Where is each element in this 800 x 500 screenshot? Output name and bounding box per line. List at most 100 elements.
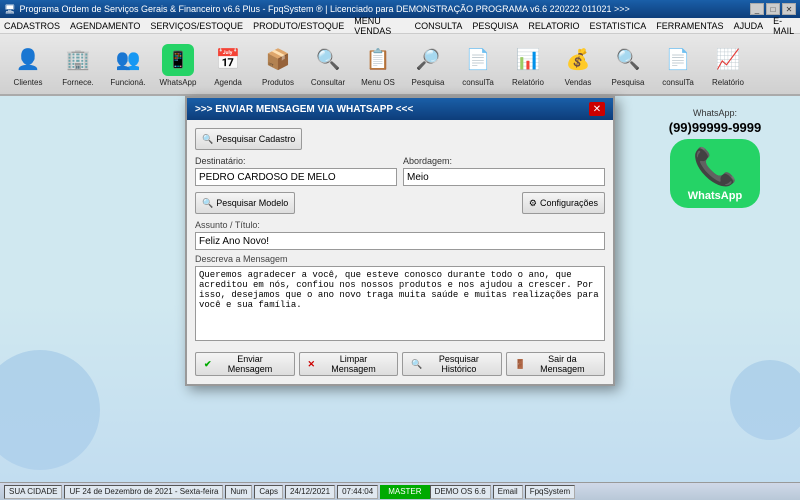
tool-clientes-label: Clientes: [14, 78, 43, 87]
consulta3-icon: 📄: [662, 44, 694, 76]
pesquisar-historico-label: Pesquisar Histórico: [425, 354, 492, 374]
abordagem-label: Abordagem:: [403, 156, 605, 166]
tool-whatsapp[interactable]: 📱 WhatsApp: [154, 36, 202, 94]
tool-menu-os-label: Menu OS: [361, 78, 395, 87]
search-icon: 🔍: [202, 134, 213, 145]
enviar-mensagem-button[interactable]: ✔ Enviar Mensagem: [195, 352, 295, 376]
model-row: 🔍 Pesquisar Modelo ⚙ Configurações: [195, 192, 605, 214]
menu-cadastros[interactable]: CADASTROS: [4, 21, 60, 31]
menu-servicos[interactable]: SERVIÇOS/ESTOQUE: [150, 21, 243, 31]
tool-clientes[interactable]: 👤 Clientes: [4, 36, 52, 94]
destinatario-input[interactable]: [195, 168, 397, 186]
relatorio2-icon: 📈: [712, 44, 744, 76]
menu-consulta[interactable]: CONSULTA: [415, 21, 463, 31]
check-icon: ✔: [204, 359, 212, 370]
status-text: MASTER: [388, 487, 421, 496]
wa-phone-number: (99)99999-9999: [669, 120, 762, 135]
vendas-icon: 💰: [562, 44, 594, 76]
maximize-button[interactable]: □: [766, 3, 780, 15]
abordagem-input[interactable]: [403, 168, 605, 186]
bottom-buttons: ✔ Enviar Mensagem ✕ Limpar Mensagem 🔍 Pe…: [195, 352, 605, 376]
title-bar-controls[interactable]: _ □ ✕: [750, 3, 796, 15]
title-bar-text: Programa Ordem de Serviços Gerais & Fina…: [19, 4, 629, 14]
tool-consulta2-label: consulTa: [462, 78, 494, 87]
minimize-button[interactable]: _: [750, 3, 764, 15]
history-icon: 🔍: [411, 359, 422, 370]
menu-email[interactable]: E-MAIL: [773, 16, 796, 36]
app-icon: 🖥: [4, 4, 15, 15]
destinatario-label: Destinatário:: [195, 156, 397, 166]
email-segment[interactable]: Email: [493, 485, 523, 499]
menu-bar: CADASTROS AGENDAMENTO SERVIÇOS/ESTOQUE P…: [0, 18, 800, 34]
tool-funcionario-label: Funcioná.: [110, 78, 145, 87]
relatorio-icon: 📊: [512, 44, 544, 76]
pesquisar-cadastro-label: Pesquisar Cadastro: [216, 134, 295, 144]
menu-ajuda[interactable]: AJUDA: [734, 21, 764, 31]
limpar-mensagem-button[interactable]: ✕ Limpar Mensagem: [299, 352, 399, 376]
tool-vendas[interactable]: 💰 Vendas: [554, 36, 602, 94]
menu-agendamento[interactable]: AGENDAMENTO: [70, 21, 140, 31]
exit-icon: 🚪: [515, 359, 526, 370]
descricao-label: Descreva a Mensagem: [195, 254, 605, 264]
tool-relatorio[interactable]: 📊 Relatório: [504, 36, 552, 94]
tool-vendas-label: Vendas: [565, 78, 592, 87]
search-row: 🔍 Pesquisar Cadastro: [195, 128, 605, 150]
close-button[interactable]: ✕: [782, 3, 796, 15]
whatsapp-logo-text: WhatsApp: [688, 190, 742, 202]
tool-consulta3[interactable]: 📄 consulTa: [654, 36, 702, 94]
time-text: 07:44:04: [342, 487, 373, 496]
tool-agenda[interactable]: 📅 Agenda: [204, 36, 252, 94]
abordagem-col: Abordagem:: [403, 156, 605, 186]
system-text: FpqSystem: [530, 487, 570, 496]
tool-relatorio2-label: Relatório: [712, 78, 744, 87]
menu-ferramentas[interactable]: FERRAMENTAS: [656, 21, 723, 31]
pesquisa2-icon: 🔍: [612, 44, 644, 76]
tool-fornecedor-label: Fornece.: [62, 78, 94, 87]
menu-estatistica[interactable]: ESTATISTICA: [590, 21, 647, 31]
configuracoes-button[interactable]: ⚙ Configurações: [522, 192, 605, 214]
fornecedor-icon: 🏢: [62, 44, 94, 76]
pesquisar-modelo-button[interactable]: 🔍 Pesquisar Modelo: [195, 192, 295, 214]
tool-pesquisa[interactable]: 🔎 Pesquisa: [404, 36, 452, 94]
tool-produtos-label: Produtos: [262, 78, 294, 87]
assunto-section: Assunto / Título:: [195, 220, 605, 250]
menu-pesquisa[interactable]: PESQUISA: [472, 21, 518, 31]
tool-pesquisa-label: Pesquisa: [412, 78, 445, 87]
menu-produto[interactable]: PRODUTO/ESTOQUE: [253, 21, 344, 31]
dialog-body: 🔍 Pesquisar Cadastro Destinatário: Abord…: [187, 120, 613, 384]
whatsapp-phone-icon: 📞: [693, 146, 738, 188]
num-text: Num: [230, 487, 247, 496]
dialog-close-button[interactable]: ✕: [589, 102, 605, 116]
uf-text: UF 24 de Dezembro de 2021 - Sexta-feira: [69, 487, 218, 496]
sair-mensagem-button[interactable]: 🚪 Sair da Mensagem: [506, 352, 606, 376]
tool-consulta2[interactable]: 📄 consulTa: [454, 36, 502, 94]
assunto-input[interactable]: [195, 232, 605, 250]
tool-agenda-label: Agenda: [214, 78, 242, 87]
demo-text: DEMO OS 6.6: [435, 487, 486, 496]
pesquisar-historico-button[interactable]: 🔍 Pesquisar Histórico: [402, 352, 502, 376]
tool-relatorio2[interactable]: 📈 Relatório: [704, 36, 752, 94]
status-indicator: MASTER: [380, 485, 429, 499]
config-icon: ⚙: [529, 198, 537, 209]
toolbar: 👤 Clientes 🏢 Fornece. 👥 Funcioná. 📱 What…: [0, 34, 800, 96]
city-segment: SUA CIDADE: [4, 485, 62, 499]
whatsapp-logo-panel: WhatsApp: (99)99999-9999 📞 WhatsApp: [660, 108, 770, 208]
enviar-mensagem-label: Enviar Mensagem: [215, 354, 286, 374]
sair-mensagem-label: Sair da Mensagem: [529, 354, 596, 374]
tool-consultar[interactable]: 🔍 Consultar: [304, 36, 352, 94]
wa-phone-label: WhatsApp:: [693, 108, 737, 118]
pesquisar-cadastro-button[interactable]: 🔍 Pesquisar Cadastro: [195, 128, 302, 150]
tool-produtos[interactable]: 📦 Produtos: [254, 36, 302, 94]
tool-fornecedor[interactable]: 🏢 Fornece.: [54, 36, 102, 94]
city-text: SUA CIDADE: [9, 487, 57, 496]
tool-pesquisa2[interactable]: 🔍 Pesquisa: [604, 36, 652, 94]
tool-pesquisa2-label: Pesquisa: [612, 78, 645, 87]
menu-vendas[interactable]: MENU VENDAS: [354, 16, 404, 36]
descricao-textarea[interactable]: Queremos agradecer a você, que esteve co…: [195, 266, 605, 341]
menu-relatorio[interactable]: RELATORIO: [528, 21, 579, 31]
tool-funcionario[interactable]: 👥 Funcioná.: [104, 36, 152, 94]
date-segment: 24/12/2021: [285, 485, 335, 499]
tool-menu-os[interactable]: 📋 Menu OS: [354, 36, 402, 94]
whatsapp-logo-box: 📞 WhatsApp: [670, 139, 760, 208]
tool-whatsapp-label: WhatsApp: [160, 78, 197, 87]
